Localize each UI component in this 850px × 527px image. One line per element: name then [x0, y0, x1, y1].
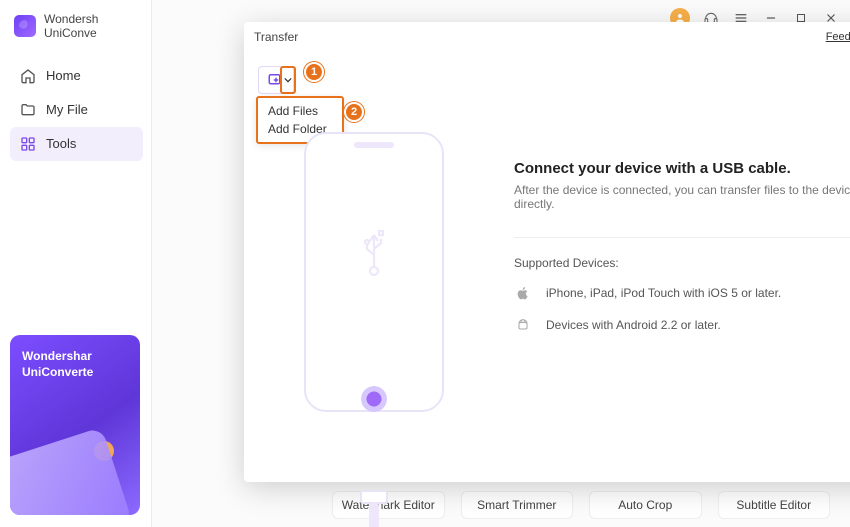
tool-subtitle-editor[interactable]: Subtitle Editor	[718, 491, 831, 519]
supported-ios-text: iPhone, iPad, iPod Touch with iOS 5 or l…	[546, 286, 781, 300]
sidebar: Wondersh UniConve Home My File Tools Won…	[0, 0, 152, 527]
brand-text: Wondersh UniConve	[44, 12, 98, 41]
nav-home[interactable]: Home	[10, 59, 143, 93]
app-root: Wondersh UniConve Home My File Tools Won…	[0, 0, 850, 527]
divider	[514, 237, 850, 238]
nav-myfiles-label: My File	[46, 102, 88, 117]
brand-logo-icon	[14, 15, 36, 37]
apple-icon	[514, 284, 532, 302]
brand-line2: UniConve	[44, 26, 98, 40]
main-area: use video ake your d out. HD video for n…	[152, 0, 850, 527]
grid-icon	[20, 136, 36, 152]
nav-home-label: Home	[46, 68, 81, 83]
tool-watermark-editor[interactable]: Watermark Editor	[332, 491, 445, 519]
transfer-modal: Transfer Feedback 1 Add Files Add Folder…	[244, 22, 850, 482]
bottom-tool-row: Watermark Editor Smart Trimmer Auto Crop…	[332, 491, 830, 519]
promo-line2: UniConverte	[22, 365, 128, 379]
annotation-badge-1: 1	[304, 62, 324, 82]
promo-card[interactable]: Wondershar UniConverte	[10, 335, 140, 515]
cable-icon	[369, 502, 379, 527]
nav-myfiles[interactable]: My File	[10, 93, 143, 127]
supported-ios-row: iPhone, iPad, iPod Touch with iOS 5 or l…	[514, 284, 850, 302]
modal-body: Connect your device with a USB cable. Af…	[244, 112, 850, 482]
info-col: Connect your device with a USB cable. Af…	[504, 112, 850, 482]
supported-android-text: Devices with Android 2.2 or later.	[546, 318, 721, 332]
brand: Wondersh UniConve	[10, 12, 143, 41]
supported-android-row: Devices with Android 2.2 or later.	[514, 316, 850, 334]
feedback-link[interactable]: Feedback	[826, 31, 850, 43]
folder-icon	[20, 102, 36, 118]
promo-decor	[10, 427, 133, 515]
modal-title: Transfer	[254, 30, 298, 44]
connect-headline: Connect your device with a USB cable.	[514, 160, 850, 177]
tool-auto-crop[interactable]: Auto Crop	[589, 491, 702, 519]
connect-subline: After the device is connected, you can t…	[514, 183, 850, 211]
modal-header: Transfer Feedback	[244, 22, 850, 52]
home-icon	[20, 68, 36, 84]
device-illustration-col	[244, 112, 504, 482]
android-icon	[514, 316, 532, 334]
nav-tools[interactable]: Tools	[10, 127, 143, 161]
phone-outline-icon	[304, 132, 444, 412]
supported-title: Supported Devices:	[514, 256, 850, 270]
usb-icon	[362, 229, 386, 277]
nav-tools-label: Tools	[46, 136, 76, 151]
tool-smart-trimmer[interactable]: Smart Trimmer	[461, 491, 574, 519]
home-button-icon	[361, 386, 387, 412]
brand-line1: Wondersh	[44, 12, 98, 26]
add-media-dropdown-toggle[interactable]	[280, 66, 296, 94]
promo-line1: Wondershar	[22, 349, 128, 363]
